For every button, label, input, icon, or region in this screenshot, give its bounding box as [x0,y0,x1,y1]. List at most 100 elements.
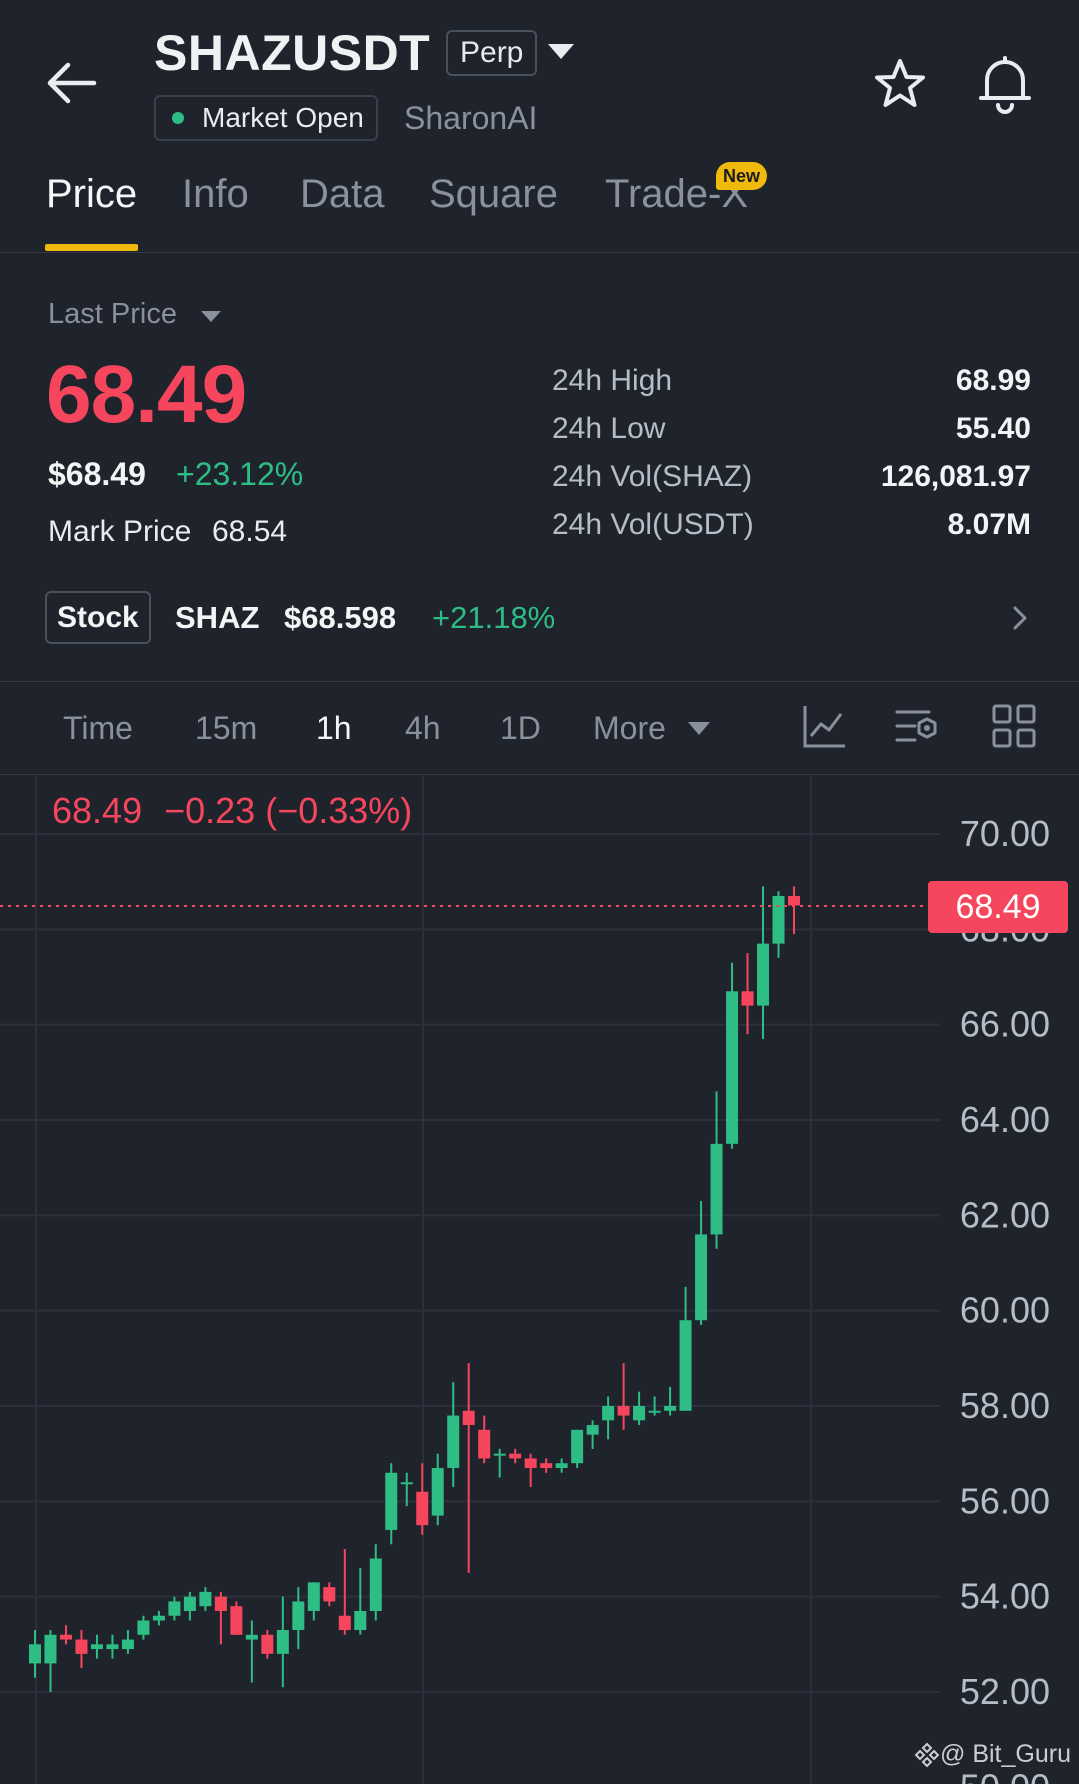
candle-body [695,1234,708,1321]
tab-data[interactable]: Data [300,172,385,217]
candle-body [462,1410,475,1426]
candle-body [509,1453,522,1459]
candle-body [757,943,770,1006]
candle-body [524,1458,537,1468]
back-button[interactable] [42,58,102,108]
candle-body [230,1606,243,1635]
stat-24h-vol-shaz-label: 24h Vol(SHAZ) [552,460,753,493]
candle-body [245,1634,258,1640]
chart-settings-icon [895,710,937,742]
candle-body [788,895,800,906]
watermark: @ Bit_Guru [914,1740,1071,1769]
candle-body [741,991,754,1006]
interval-1d[interactable]: 1D [500,710,541,747]
candle-body [679,1320,692,1411]
stat-24h-vol-usdt-label: 24h Vol(USDT) [552,508,754,541]
interval-15m[interactable]: 15m [195,710,257,747]
tab-info[interactable]: Info [182,172,249,217]
candle-body [106,1644,119,1650]
candle-body [307,1582,320,1611]
candle-body [121,1639,134,1650]
stock-price: $68.598 [284,600,397,635]
y-tick-label: 58.00 [960,1385,1050,1426]
contract-type-badge[interactable]: Perp [446,30,538,76]
tab-square[interactable]: Square [429,172,558,217]
stock-divider [0,681,1079,682]
candle-body [710,1143,723,1235]
chart-ohlc-header: 68.49 −0.23 (−0.33%) [52,790,412,832]
candle-body [664,1406,677,1411]
candle-body [400,1482,413,1485]
candle-body [586,1425,599,1435]
bell-icon [979,56,1031,114]
candle-body [261,1634,274,1654]
candle-body [648,1410,661,1413]
candle-body [183,1596,196,1611]
candle-body [75,1639,88,1654]
candle-body [555,1463,568,1468]
interval-time[interactable]: Time [63,710,133,747]
candle-body [90,1644,103,1650]
layout-button[interactable] [990,702,1038,750]
last-price: 68.49 [46,349,247,440]
indicator-button[interactable] [801,702,849,750]
candlestick-chart[interactable]: 70.0068.0066.0064.0062.0060.0058.0056.00… [0,776,1079,1784]
symbol-title[interactable]: SHAZUSDT [154,24,430,82]
more-caret-icon[interactable] [688,722,710,735]
current-price-tag: 68.49 [928,881,1068,933]
tabs-divider [0,252,1079,253]
y-tick-label: 56.00 [960,1480,1050,1521]
mark-price-label: Mark Price [48,515,192,548]
price-type-caret-icon[interactable] [201,311,221,322]
price-type-selector[interactable]: Last Price [48,298,177,331]
favorite-button[interactable] [870,55,930,115]
stat-24h-low-label: 24h Low [552,412,666,445]
y-tick-label: 66.00 [960,1004,1050,1045]
company-name: SharonAI [404,100,538,136]
stock-details-button[interactable] [1006,602,1034,634]
candle-body [323,1587,336,1602]
usd-price: $68.49 [48,456,146,492]
candle-body [478,1429,491,1459]
candle-body [571,1429,584,1464]
candle-body [338,1615,351,1631]
interval-4h[interactable]: 4h [405,710,441,747]
candle-body [602,1406,615,1421]
y-tick-label: 70.00 [960,813,1050,854]
stat-24h-vol-shaz-value: 126,081.97 [880,460,1031,493]
indicator-icon [803,706,845,748]
market-status-badge: Market Open [154,95,378,141]
market-status-label: Market Open [202,102,364,133]
tab-price[interactable]: Price [46,172,137,217]
candle-body [385,1472,398,1530]
stock-ticker[interactable]: SHAZ [175,600,259,636]
candle-body [772,895,785,944]
candle-body [493,1453,506,1456]
candle-body [416,1491,429,1526]
candle-body [292,1601,305,1631]
candle-body [152,1615,165,1621]
stat-24h-high-value: 68.99 [955,364,1031,397]
watermark-text: @ Bit_Guru [940,1740,1071,1768]
y-tick-label: 64.00 [960,1099,1050,1140]
candle-body [44,1634,57,1664]
dropdown-caret-icon[interactable] [548,44,574,59]
candle-body [354,1610,367,1631]
candle-body [431,1467,444,1516]
status-dot-icon [172,112,184,124]
candle-body [369,1558,382,1611]
interval-1h[interactable]: 1h [316,710,352,747]
candle-body [199,1591,212,1607]
interval-more[interactable]: More [593,710,666,747]
alert-button[interactable] [975,52,1035,116]
toolbar-divider [0,774,1079,775]
mark-price-value: 68.54 [212,515,288,548]
stock-change: +21.18% [432,600,556,635]
candle-body [137,1620,150,1635]
star-icon [875,59,925,107]
new-badge: New [716,162,768,190]
back-arrow-icon [47,62,97,104]
chart-settings-button[interactable] [893,702,941,750]
candle-body [59,1634,72,1640]
candle-body [214,1596,227,1611]
